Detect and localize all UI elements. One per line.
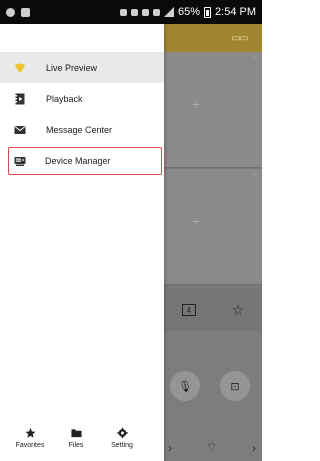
navigation-drawer: Live Preview Playback Message Center Dev… — [0, 24, 164, 461]
message-envelope-icon — [14, 124, 26, 136]
nav-item-device-manager[interactable]: Device Manager — [8, 147, 162, 175]
nav-item-message-center[interactable]: Message Center — [0, 114, 164, 145]
cell-signal-icon — [164, 7, 174, 17]
alarm-icon — [120, 8, 127, 16]
playback-icon — [14, 93, 26, 105]
status-bar: 65% 2:54 PM — [0, 0, 262, 24]
nav-label: Playback — [46, 93, 83, 104]
capture-target-icon[interactable]: ⊡ — [220, 371, 250, 401]
tab-label: Files — [68, 442, 84, 449]
device-manager-icon — [14, 155, 26, 167]
tile-tag-icon: ▪▪▪ — [252, 55, 258, 61]
tab-files[interactable]: Files — [53, 415, 99, 461]
gear-icon — [116, 427, 128, 438]
wifi-icon — [153, 8, 160, 16]
battery-icon — [204, 6, 212, 18]
nav-item-playback[interactable]: Playback — [0, 83, 164, 114]
preview-controls: 🎙 ⊡ › ⌔ › — [164, 331, 262, 461]
app-header: ▭▭ — [164, 24, 262, 52]
live-preview-icon — [14, 62, 26, 74]
status-left — [6, 7, 30, 17]
window-split-button[interactable]: 4 — [181, 304, 196, 316]
nav-label: Device Manager — [45, 156, 111, 166]
tab-favorites[interactable]: Favorites — [7, 415, 53, 461]
bluetooth-icon — [131, 8, 138, 16]
battery-percent: 65% — [178, 6, 201, 18]
notification-icon — [6, 7, 15, 17]
screen-layout-icon[interactable]: ▭▭ — [231, 33, 249, 44]
nav-label: Live Preview — [46, 62, 98, 73]
clock: 2:54 PM — [215, 6, 256, 18]
tab-setting[interactable]: Setting — [99, 415, 145, 461]
drawer-header — [0, 24, 164, 52]
star-icon — [24, 427, 36, 438]
image-notification-icon — [21, 7, 30, 17]
tab-label: Favorites — [15, 442, 45, 449]
status-right: 65% 2:54 PM — [120, 6, 256, 18]
drawer-footer: Favorites Files Setting — [0, 415, 164, 461]
tile-tag-icon: ▪▪▪ — [252, 172, 258, 178]
vibrate-icon — [142, 8, 149, 16]
preview-toolbar: 4 ☆ — [164, 289, 262, 331]
microphone-icon[interactable]: 🎙 — [170, 371, 200, 401]
video-tile[interactable]: ▪▪▪ + — [164, 52, 262, 168]
tab-label: Setting — [111, 442, 133, 449]
video-tile[interactable]: ▪▪▪ + — [164, 169, 262, 285]
nav-label: Message Center — [46, 124, 113, 135]
partial-arrow-icon[interactable]: › — [168, 441, 172, 455]
ptz-icon[interactable]: ⌔ — [206, 440, 217, 455]
folder-icon — [70, 427, 82, 438]
add-camera-icon[interactable]: + — [192, 96, 200, 112]
next-arrow-icon[interactable]: › — [252, 441, 256, 455]
add-camera-icon[interactable]: + — [192, 213, 200, 229]
favorite-star-icon[interactable]: ☆ — [232, 302, 245, 319]
nav-item-live-preview[interactable]: Live Preview — [0, 52, 164, 83]
